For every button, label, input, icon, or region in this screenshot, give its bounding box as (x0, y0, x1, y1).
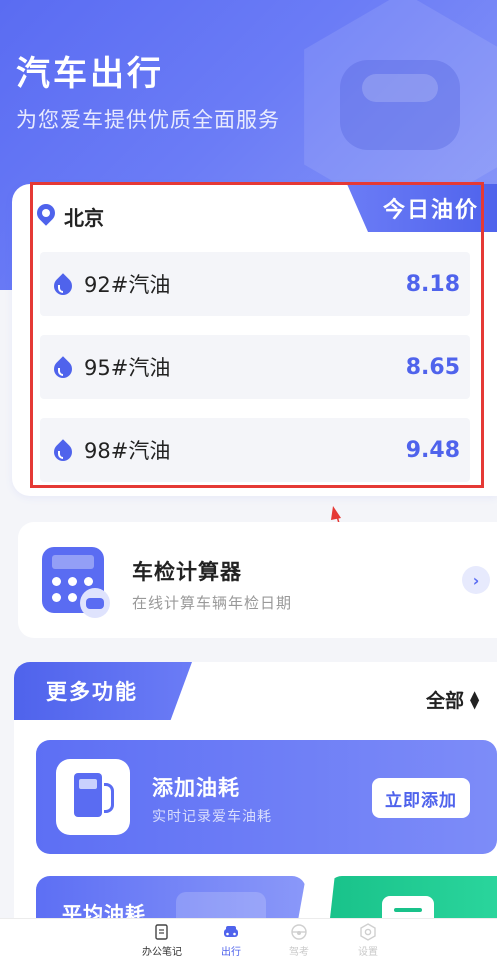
steering-wheel-icon (291, 924, 307, 940)
note-icon (155, 924, 168, 940)
gear-icon (360, 923, 376, 941)
add-now-button[interactable]: 立即添加 (372, 778, 470, 818)
car-badge-icon (80, 588, 110, 618)
calculator-title: 车检计算器 (132, 560, 242, 584)
add-fuel-title: 添加油耗 (152, 776, 240, 800)
nav-label-notes: 办公笔记 (142, 947, 182, 958)
annotation-highlight-box (30, 182, 484, 488)
nav-item-travel[interactable]: 出行 (201, 923, 261, 958)
nav-label-travel: 出行 (221, 947, 241, 958)
filter-label: 全部 (426, 690, 465, 712)
sort-arrows-icon: ▲ ▼ (470, 687, 480, 711)
fuel-pump-icon (56, 759, 130, 835)
nav-item-notes[interactable]: 办公笔记 (132, 923, 192, 958)
add-fuel-subtitle: 实时记录爱车油耗 (152, 809, 272, 825)
chevron-right-icon[interactable]: › (462, 566, 490, 594)
nav-item-settings[interactable]: 设置 (338, 923, 398, 958)
filter-dropdown[interactable]: 全部 ▲ ▼ (426, 686, 479, 713)
nav-label-driving-test: 驾考 (289, 947, 309, 958)
nav-label-settings: 设置 (358, 947, 378, 958)
page-title: 汽车出行 (16, 54, 164, 94)
bottom-navigation: 办公笔记 出行 驾考 设置 (0, 918, 497, 960)
page-subtitle: 为您爱车提供优质全面服务 (16, 108, 280, 132)
car-decoration-icon (340, 60, 460, 150)
nav-item-driving-test[interactable]: 驾考 (269, 923, 329, 958)
more-functions-tab: 更多功能 (14, 662, 192, 720)
car-icon (224, 926, 238, 937)
calculator-subtitle: 在线计算车辆年检日期 (132, 594, 293, 612)
